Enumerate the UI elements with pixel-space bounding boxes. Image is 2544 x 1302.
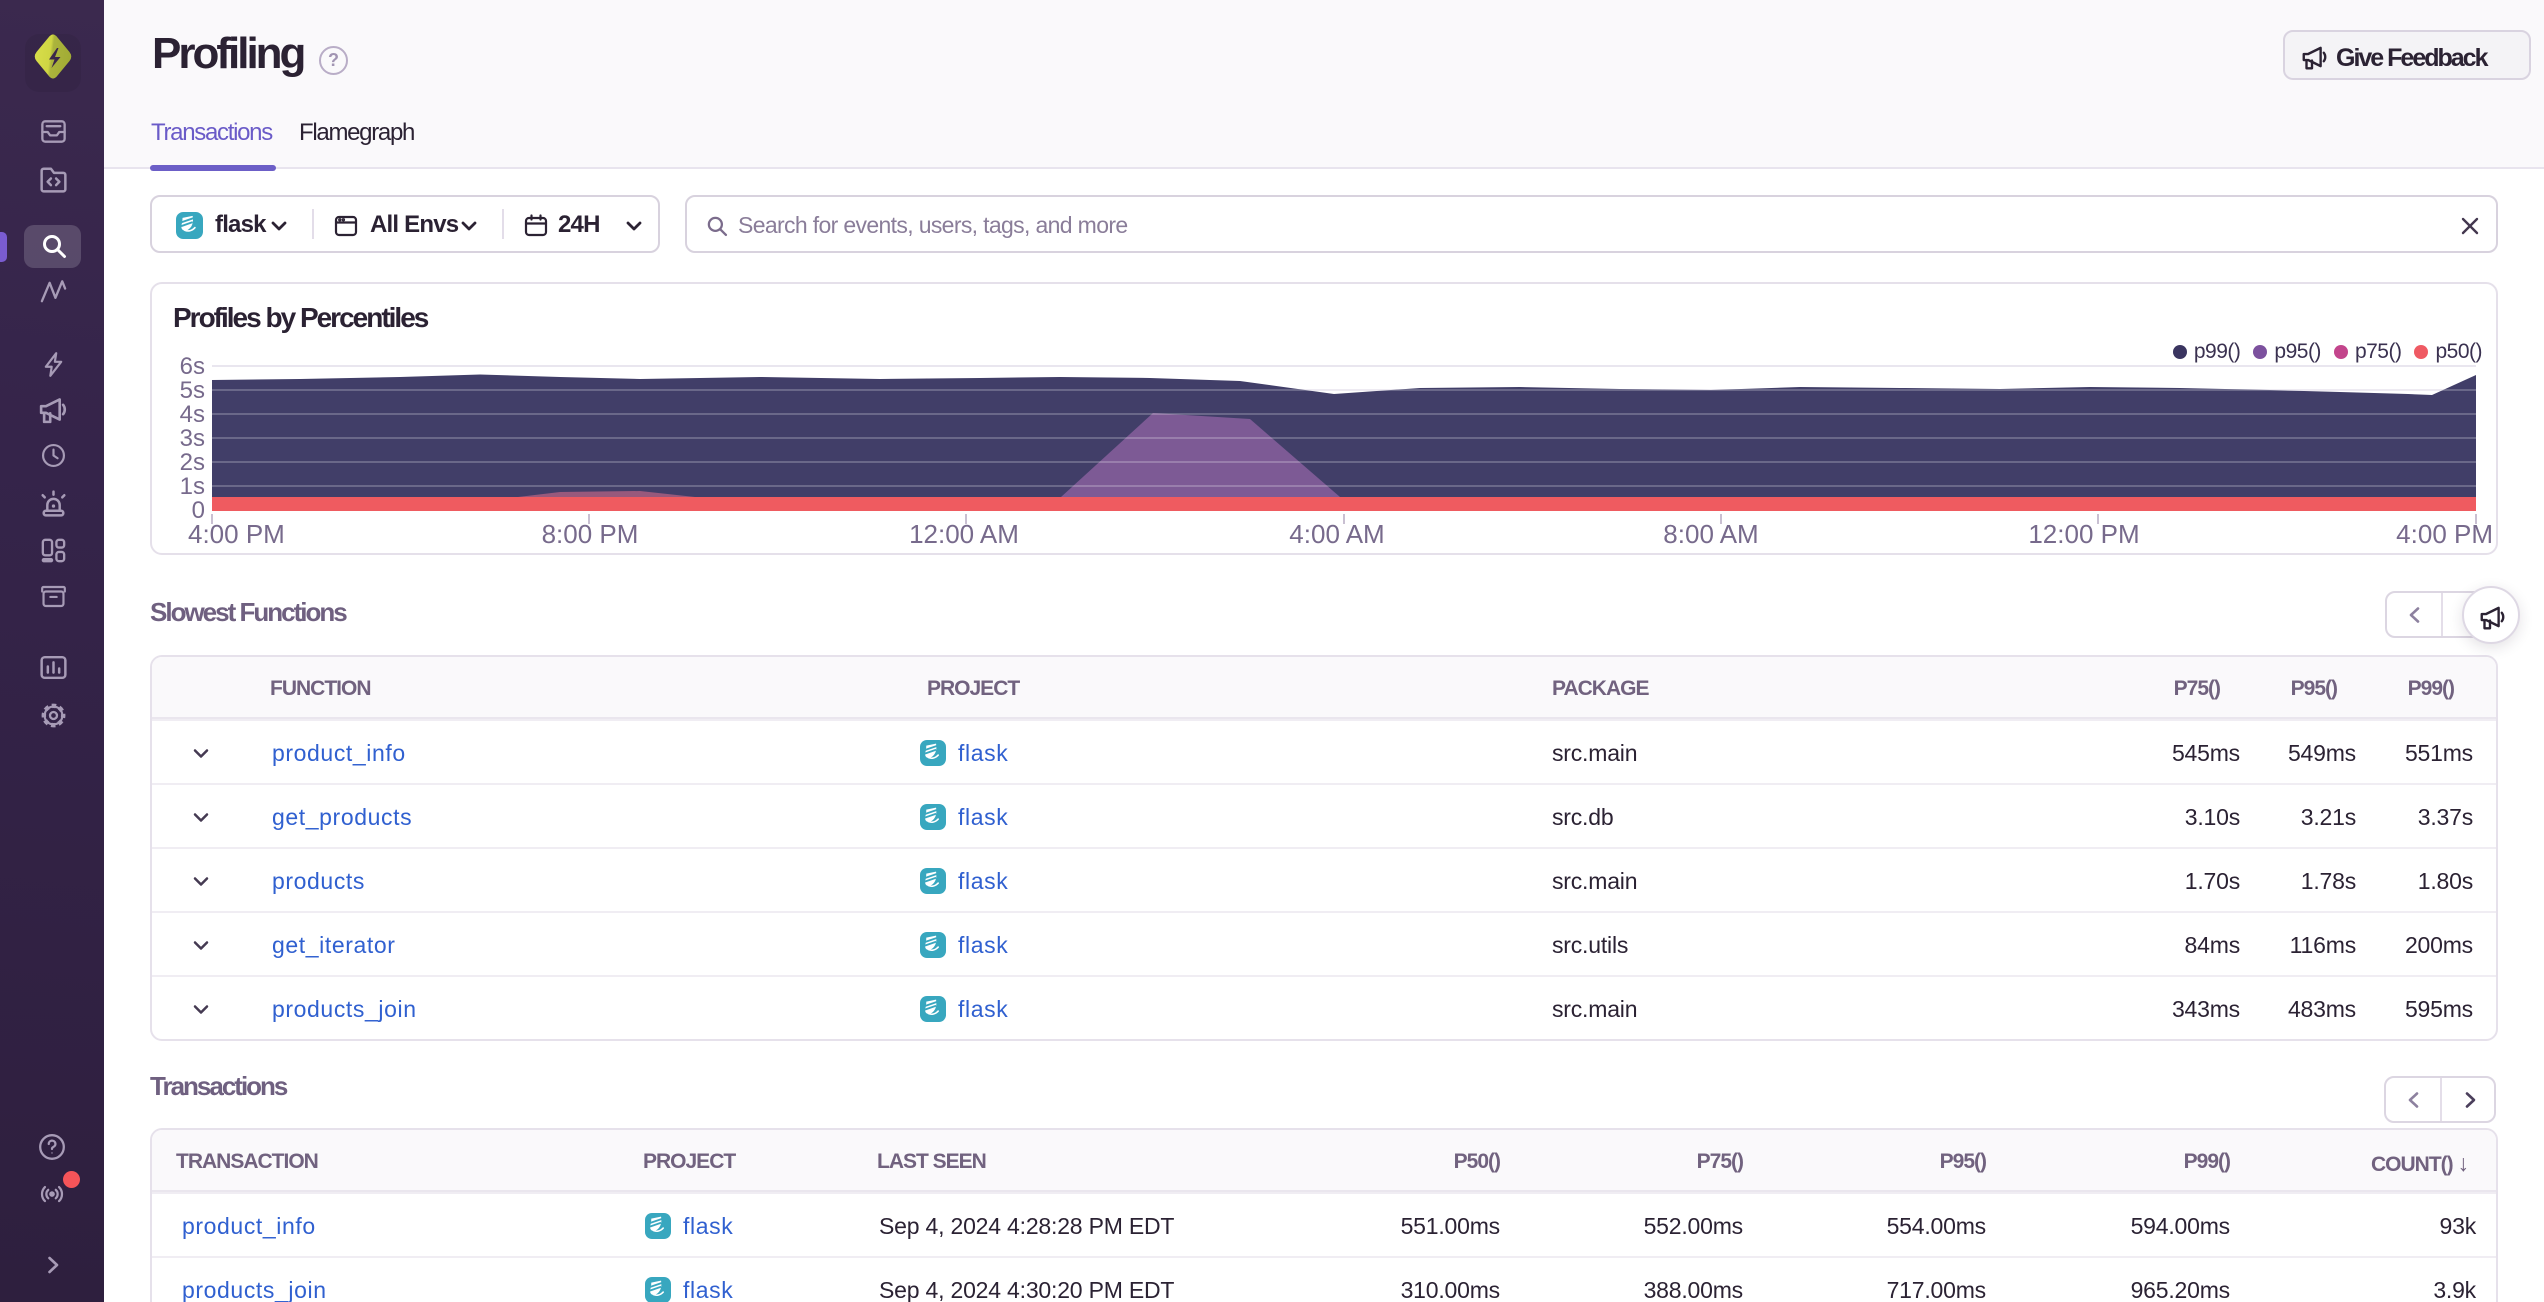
- svg-text:4s: 4s: [180, 401, 205, 428]
- svg-text:4:00 PM: 4:00 PM: [2396, 519, 2493, 549]
- svg-text:5s: 5s: [180, 377, 205, 404]
- svg-text:12:00 AM: 12:00 AM: [909, 519, 1019, 549]
- svg-text:4:00 AM: 4:00 AM: [1289, 519, 1384, 549]
- svg-text:2s: 2s: [180, 449, 205, 476]
- svg-text:8:00 PM: 8:00 PM: [542, 519, 639, 549]
- svg-text:6s: 6s: [180, 353, 205, 380]
- svg-text:4:00 PM: 4:00 PM: [188, 519, 285, 549]
- svg-text:3s: 3s: [180, 425, 205, 452]
- svg-text:1s: 1s: [180, 473, 205, 500]
- svg-text:8:00 AM: 8:00 AM: [1663, 519, 1758, 549]
- svg-text:12:00 PM: 12:00 PM: [2028, 519, 2139, 549]
